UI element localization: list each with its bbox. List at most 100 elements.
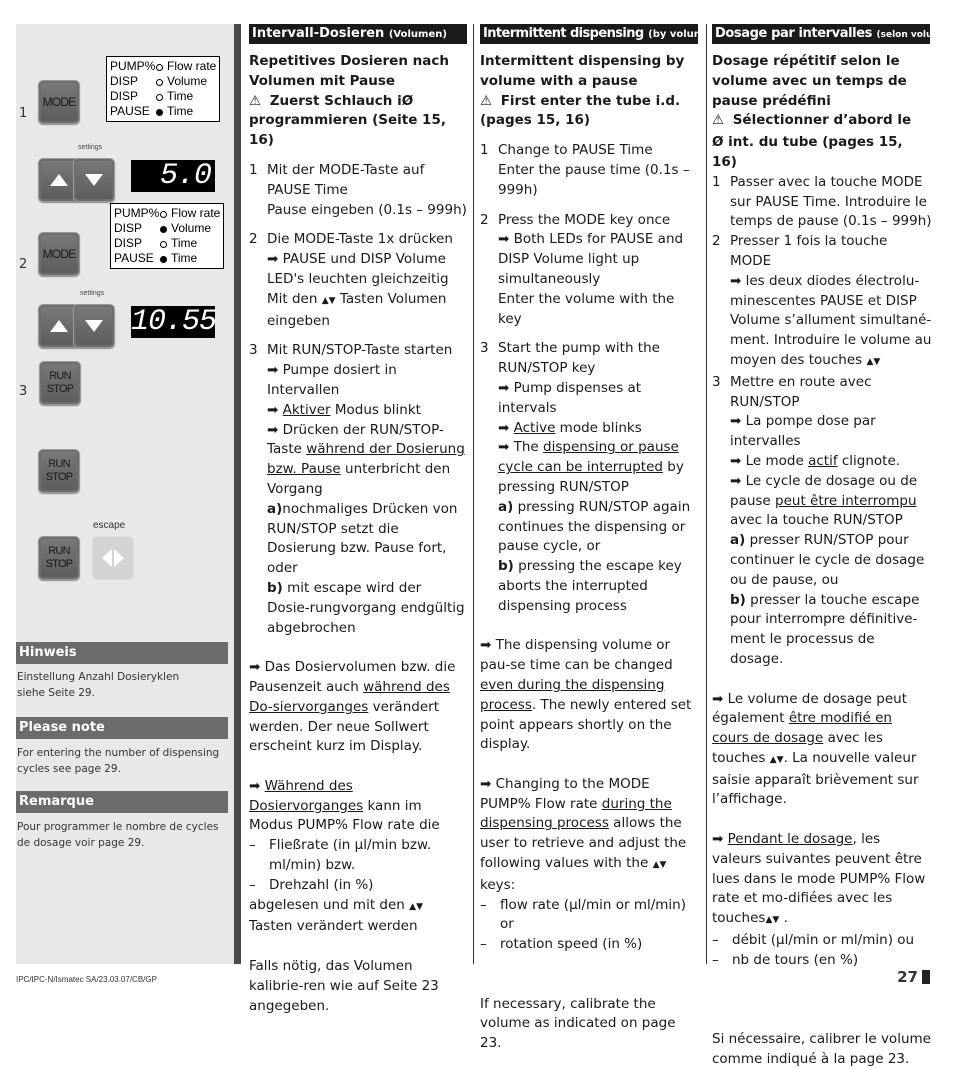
option-label: b) xyxy=(267,579,283,596)
header-subtitle: (by volume) xyxy=(648,29,698,40)
intro-warning: Zuerst Schlauch iØ programmieren (Seite … xyxy=(249,92,446,149)
intro-warning: Sélectionner d’abord le xyxy=(732,112,912,129)
led-panel-1: PUMP% Flow rate DISP Volume DISP Time PAUSE Tim… xyxy=(106,56,221,122)
underlined-text: Während des Dosiervorganges xyxy=(249,777,364,814)
led-label: Time xyxy=(171,236,198,250)
stop-label: STOP xyxy=(45,471,73,483)
down-key[interactable] xyxy=(73,158,115,202)
dash-bullet: – xyxy=(249,837,256,854)
option-label: b) xyxy=(730,591,746,608)
step-text: presser RUN/STOP pour continuer le cycle… xyxy=(730,532,925,588)
arrow-icon: ➡ xyxy=(730,452,742,469)
paragraph-text: . xyxy=(783,910,788,927)
arrow-icon: ➡ xyxy=(249,659,261,676)
step-number: 2 xyxy=(712,233,721,250)
dash-bullet: – xyxy=(480,936,487,953)
stop-label: STOP xyxy=(45,558,73,570)
arrow-icon: ➡ xyxy=(498,419,510,436)
footer-code: IPC/IPC-N/Ismatec SA/23.03.07/CB/GP xyxy=(16,975,157,984)
run-stop-key[interactable]: RUN STOP xyxy=(38,536,80,580)
run-stop-key[interactable]: RUN STOP xyxy=(38,449,80,493)
step-text: Modus blinkt xyxy=(330,401,421,418)
warning-icon: ⚠ xyxy=(249,92,262,109)
run-label: RUN xyxy=(48,545,70,557)
led-row: PAUSE Time xyxy=(110,104,216,119)
down-key[interactable] xyxy=(73,304,115,348)
led-row: PAUSE Time xyxy=(114,251,220,266)
led-mode-name: DISP xyxy=(114,221,143,235)
down-arrow-icon xyxy=(85,320,103,332)
step-text: pressing RUN/STOP again continues the di… xyxy=(498,498,691,555)
arrow-icon: ➡ xyxy=(498,231,510,248)
step-text: clignote. xyxy=(837,452,901,469)
step-number: 1 xyxy=(480,142,489,159)
led-off-icon xyxy=(156,64,163,71)
up-arrow-icon xyxy=(50,320,68,332)
step-number: 3 xyxy=(249,342,258,359)
led-label: Volume xyxy=(167,74,208,88)
step-text: pressing the escape key aborts the inter… xyxy=(498,558,682,614)
led-panel-2: PUMP% Flow rate DISP Volume DISP Time PAUSE Tim… xyxy=(110,203,225,269)
escape-key[interactable] xyxy=(92,536,134,580)
arrow-icon: ➡ xyxy=(267,362,279,379)
list-item: Drehzahl (in %) xyxy=(269,876,374,893)
step-text: Pump dispenses at intervals xyxy=(498,379,642,416)
up-down-keys-icon: ▲▼ xyxy=(409,901,423,912)
led-on-icon xyxy=(156,109,163,116)
intro-heading: Intermittent dispensing by volume with a… xyxy=(480,53,685,89)
header-title: Dosage par intervalles xyxy=(715,26,872,41)
lcd-display-2: 10.55 xyxy=(131,305,217,339)
mode-key[interactable]: MODE xyxy=(38,232,80,276)
step-number: 3 xyxy=(19,384,28,399)
led-mode-name: PUMP% xyxy=(114,206,160,220)
stop-label: STOP xyxy=(46,383,74,395)
header-subtitle: (Volumen) xyxy=(388,29,447,40)
warning-icon: ⚠ xyxy=(480,92,493,109)
note-text-en: For entering the number of dispensing cy… xyxy=(17,747,220,775)
underlined-text: actif xyxy=(808,452,838,469)
paragraph-text: abgelesen und mit den xyxy=(249,896,405,913)
intro-warning: First enter the tube i.d. (pages 15, 16) xyxy=(480,92,681,129)
step-text: Start the pump with the RUN/STOP key xyxy=(498,340,660,377)
step-text: Passer avec la touche MODE sur PAUSE Tim… xyxy=(730,173,932,230)
step-text: Mit der MODE-Taste auf PAUSE Time xyxy=(267,161,425,198)
list-item: flow rate (µl/min or ml/min) or xyxy=(500,896,686,933)
step-text: Change to PAUSE Time xyxy=(498,142,653,159)
intro-heading: Dosage répétitif selon le volume avec un… xyxy=(712,53,907,109)
column-header: Intervall-Dosieren (Volumen) xyxy=(249,24,467,44)
step-text: Mit den xyxy=(267,290,318,307)
arrow-icon: ➡ xyxy=(712,690,724,707)
up-down-keys-icon: ▲▼ xyxy=(652,860,667,871)
step-number: 1 xyxy=(249,161,258,178)
led-label: Time xyxy=(171,251,198,265)
led-on-icon xyxy=(160,256,167,263)
up-arrow-icon xyxy=(50,174,68,186)
step-text: Mit RUN/STOP-Taste starten xyxy=(267,342,453,359)
step-text: Pause eingeben (0.1s – 999h) xyxy=(267,201,467,218)
mode-key[interactable]: MODE xyxy=(38,80,80,124)
arrow-icon: ➡ xyxy=(730,272,742,289)
step-text: Die MODE-Taste 1x drücken xyxy=(267,231,453,248)
step-text: The xyxy=(513,439,544,456)
up-down-keys-icon: ▲▼ xyxy=(769,754,784,765)
run-stop-key[interactable]: RUN STOP xyxy=(39,361,81,405)
arrow-icon: ➡ xyxy=(267,421,279,438)
step-text: Press the MODE key once xyxy=(498,211,671,228)
step-text: Enter the pause time (0.1s – 999h) xyxy=(498,161,690,198)
step-text: Both LEDs for PAUSE and DISP Volume ligh… xyxy=(498,231,684,287)
left-arrow-icon xyxy=(102,549,112,567)
arrow-icon: ➡ xyxy=(498,379,510,396)
header-title: Intervall-Dosieren xyxy=(252,26,385,41)
header-subtitle: (selon volume) xyxy=(876,30,931,40)
led-label: Time xyxy=(167,89,194,103)
step-number: 1 xyxy=(19,106,28,121)
led-label: Time xyxy=(167,104,194,118)
arrow-icon: ➡ xyxy=(730,413,742,430)
list-item: Fließrate (in µl/min bzw. ml/min) bzw. xyxy=(269,837,432,874)
run-label: RUN xyxy=(48,458,70,470)
page-number: 27 xyxy=(897,968,918,986)
note-title-de: Hinweis xyxy=(16,642,228,664)
arrow-icon: ➡ xyxy=(712,831,724,848)
step-number: 1 xyxy=(712,173,721,190)
intro-warning: Ø int. du tube (pages 15, 16) xyxy=(712,134,903,170)
